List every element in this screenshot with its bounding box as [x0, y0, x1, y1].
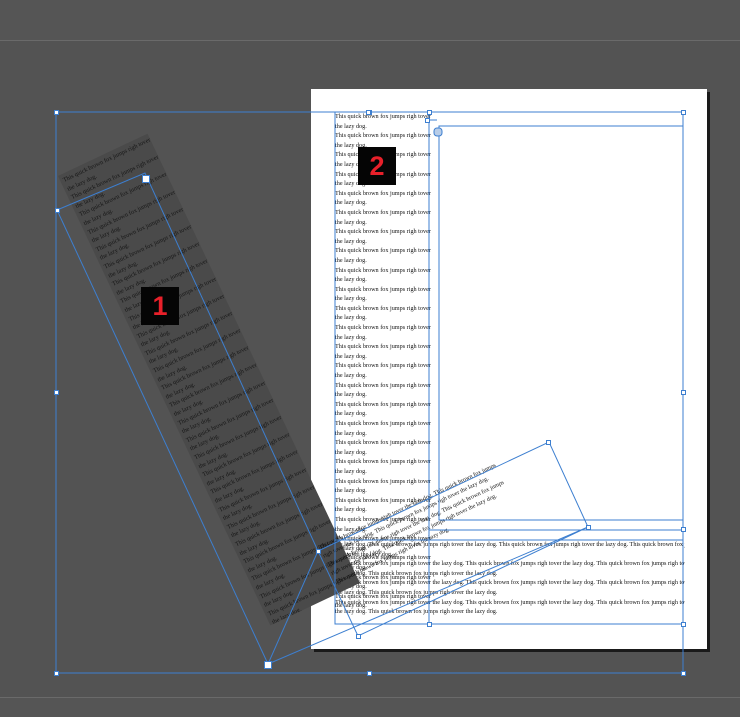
frame2-inport[interactable]	[425, 118, 430, 123]
rot-handle-4[interactable]	[356, 634, 361, 639]
rot-handle-2[interactable]	[586, 525, 591, 530]
in-port-handle[interactable]	[142, 175, 150, 183]
group-bounding-box	[55, 111, 684, 674]
frame-handle-br[interactable]	[681, 622, 686, 627]
frame-handle-bottom[interactable]	[427, 622, 432, 627]
resize-handle-tl[interactable]	[54, 110, 59, 115]
frame-2-border	[334, 111, 430, 625]
resize-handle-br[interactable]	[681, 671, 686, 676]
frame-1-border	[56, 172, 319, 666]
resize-handle-ml[interactable]	[54, 390, 59, 395]
frame-handle-right[interactable]	[681, 527, 686, 532]
frame-3-border	[317, 441, 589, 637]
frame2-top-handle[interactable]	[366, 110, 371, 115]
resize-handle-bl[interactable]	[54, 671, 59, 676]
rot-handle-1[interactable]	[546, 440, 551, 445]
rot-handle-3[interactable]	[316, 549, 321, 554]
rot-frame1-handle[interactable]	[55, 208, 60, 213]
frame-handle-top[interactable]	[427, 110, 432, 115]
resize-handle-tr[interactable]	[681, 110, 686, 115]
resize-handle-bm[interactable]	[367, 671, 372, 676]
frame-label-1: 1	[141, 287, 179, 325]
inner-frame-border	[438, 125, 684, 521]
out-port-icon	[433, 127, 443, 137]
out-port-handle[interactable]	[264, 661, 272, 669]
frame-label-2: 2	[358, 147, 396, 185]
selection-overlay	[55, 111, 684, 674]
frame-column-border	[428, 111, 684, 625]
frame-label-1-text: 1	[152, 290, 168, 321]
frame-label-2-text: 2	[369, 150, 385, 181]
resize-handle-mr[interactable]	[681, 390, 686, 395]
